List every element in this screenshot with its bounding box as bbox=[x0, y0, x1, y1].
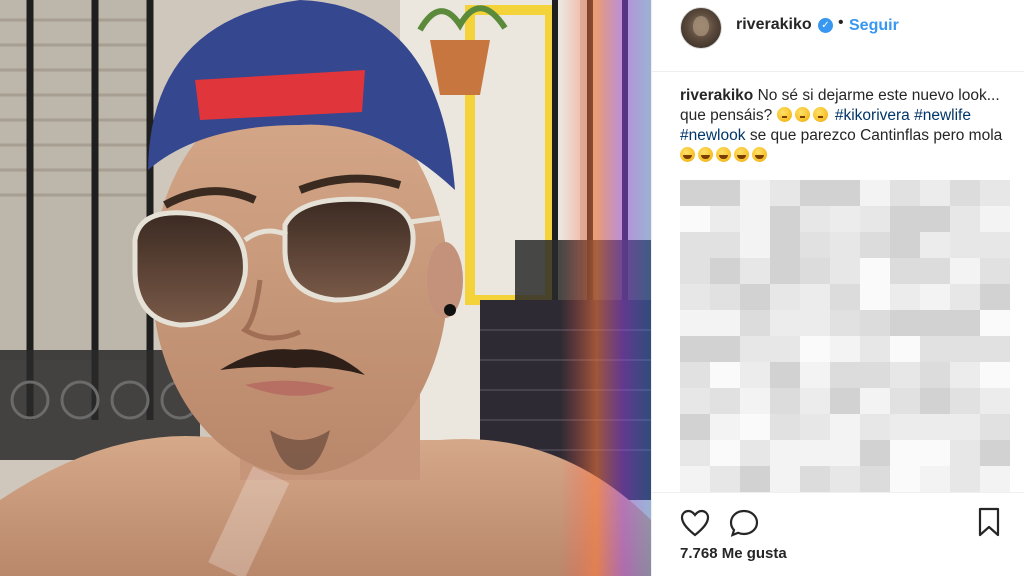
follow-button[interactable]: Seguir bbox=[849, 17, 899, 35]
caption-text-2: se que parezco Cantinflas pero mola bbox=[749, 127, 1003, 144]
selfie-image bbox=[0, 0, 651, 576]
shushing-face-icon bbox=[776, 107, 792, 122]
post-header: riverakiko ✓ • Seguir bbox=[652, 0, 1024, 72]
laughing-face-icon bbox=[698, 147, 713, 162]
heart-icon[interactable] bbox=[680, 509, 710, 542]
separator-dot: • bbox=[838, 14, 844, 31]
shushing-face-icon bbox=[794, 107, 810, 122]
verified-badge-icon: ✓ bbox=[818, 18, 833, 33]
post-caption: riverakiko No sé si dejarme este nuevo l… bbox=[680, 86, 1010, 166]
caption-username[interactable]: riverakiko bbox=[680, 87, 753, 104]
laughing-face-icon bbox=[734, 147, 749, 162]
laughing-face-icon bbox=[752, 147, 767, 162]
likes-count[interactable]: 7.768 Me gusta bbox=[680, 545, 787, 562]
avatar[interactable] bbox=[680, 7, 722, 49]
username-link[interactable]: riverakiko bbox=[736, 16, 812, 34]
bookmark-icon[interactable] bbox=[977, 507, 1001, 542]
laughing-face-icon bbox=[716, 147, 731, 162]
post-actions: 7.768 Me gusta bbox=[652, 492, 1024, 576]
post-sidebar: riverakiko ✓ • Seguir riverakiko No sé s… bbox=[651, 0, 1024, 576]
laughing-face-emoji-group bbox=[680, 147, 770, 164]
shushing-face-icon bbox=[812, 107, 828, 122]
shushing-face-emoji-group bbox=[776, 107, 831, 124]
post-photo[interactable] bbox=[0, 0, 651, 576]
comment-bubble-icon[interactable] bbox=[729, 509, 759, 542]
laughing-face-icon bbox=[680, 147, 695, 162]
pixelated-comments bbox=[680, 180, 1010, 492]
